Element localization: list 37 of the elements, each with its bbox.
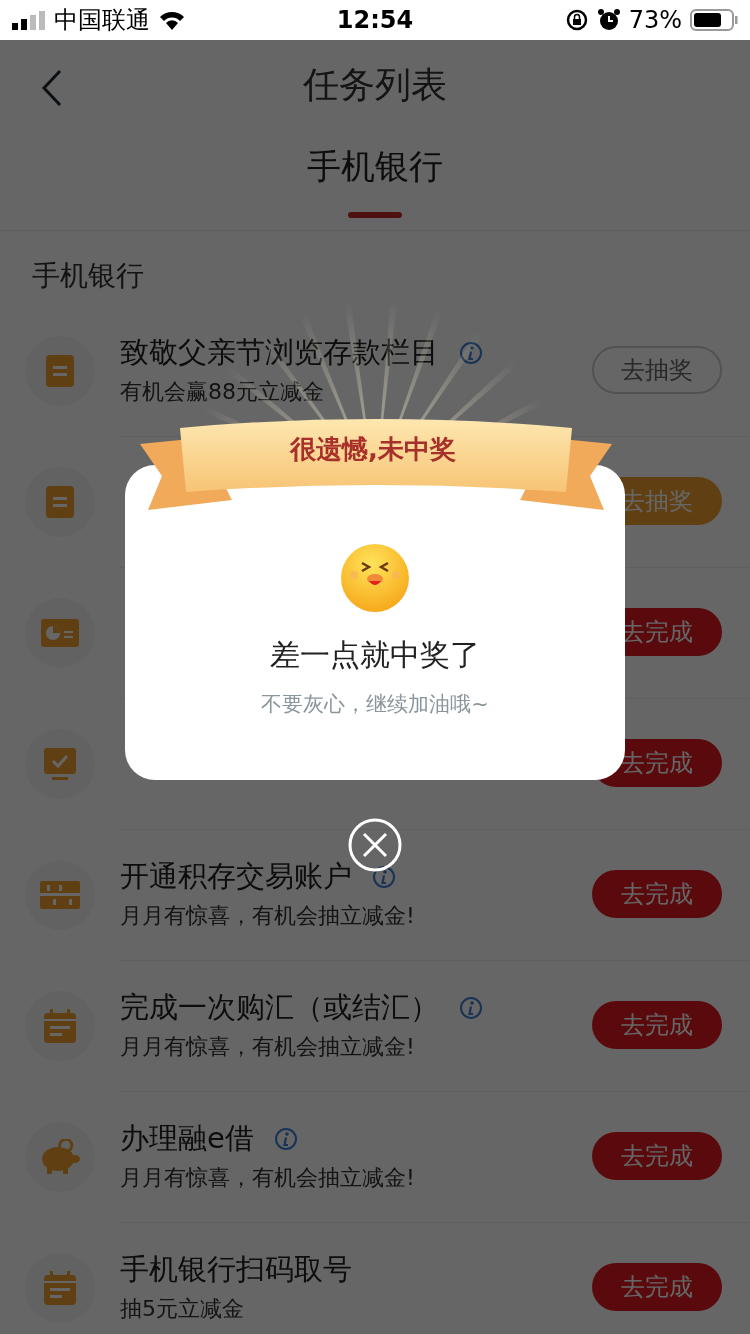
task-button[interactable]: 去完成: [592, 1001, 722, 1049]
battery-icon: [690, 8, 738, 32]
monitor-check-icon: [42, 745, 78, 782]
task-subtitle: 月月有惊喜，有机会抽立减金!: [120, 902, 416, 930]
calendar-icon: [42, 1269, 78, 1306]
status-time: 12:54: [336, 6, 414, 34]
task-button[interactable]: 去完成: [592, 1263, 722, 1311]
calendar-icon: [42, 1007, 78, 1044]
task-subtitle: 有机会赢88元立减金: [120, 378, 325, 406]
document-icon: [44, 483, 76, 520]
wifi-icon: [158, 9, 186, 31]
task-title: 开通积存交易账户: [120, 858, 352, 895]
task-title: 办理融e借: [120, 1120, 254, 1157]
task-subtitle: 月月有惊喜，有机会抽立减金!: [120, 1164, 416, 1192]
dialog-message: 不要灰心，继续加油哦~: [261, 691, 489, 718]
task-title: 完成一次购汇（或结汇）: [120, 989, 439, 1026]
document-icon: [44, 352, 76, 389]
dialog-title: 差一点就中奖了: [270, 636, 480, 674]
task-title: 手机银行扫码取号: [120, 1251, 352, 1288]
smiley-emoji-icon: [340, 543, 410, 613]
banner-title: 很遗憾,未中奖: [288, 433, 457, 466]
task-button[interactable]: 去抽奖: [592, 346, 722, 394]
task-subtitle: 抽5元立减金: [120, 1295, 245, 1323]
page-title: 任务列表: [303, 62, 447, 107]
task-button[interactable]: 去完成: [592, 870, 722, 918]
rotation-lock-icon: [564, 8, 589, 32]
signal-icon: [12, 10, 46, 30]
info-icon[interactable]: [372, 865, 396, 889]
task-title: 致敬父亲节浏览存款栏目: [120, 334, 439, 371]
task-button[interactable]: 去完成: [592, 1132, 722, 1180]
task-subtitle: 月月有惊喜，有机会抽立减金!: [120, 1033, 416, 1061]
battery-percent: 73%: [628, 6, 682, 34]
section-title: 手机银行: [31, 258, 145, 294]
alarm-icon: [596, 8, 621, 32]
tab[interactable]: 手机银行: [307, 130, 443, 230]
back-icon[interactable]: [40, 68, 64, 108]
carrier-name: 中国联通: [54, 5, 150, 36]
